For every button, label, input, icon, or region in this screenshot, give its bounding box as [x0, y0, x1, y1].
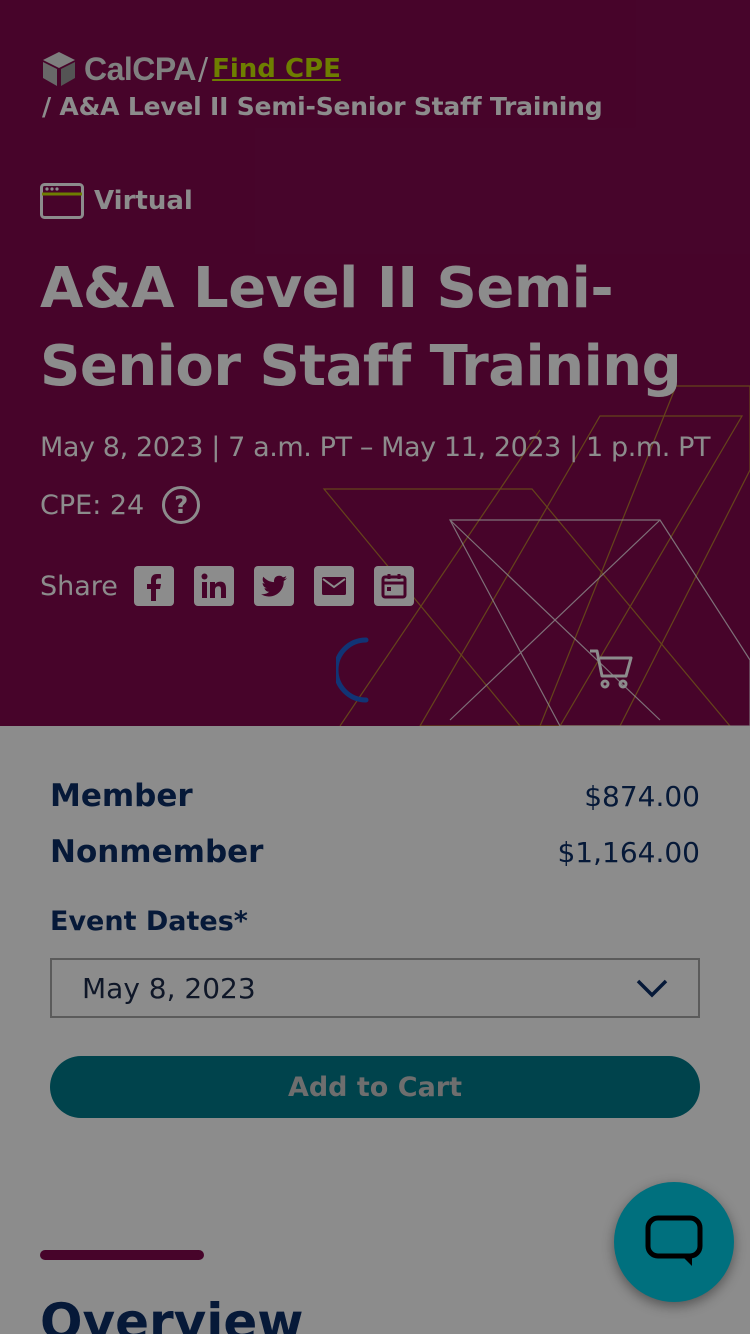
- event-title: A&A Level II Semi-Senior Staff Training: [40, 256, 682, 399]
- chat-bubble-icon: [645, 1215, 703, 1266]
- event-format-label: Virtual: [94, 186, 193, 216]
- calcpa-logo-text[interactable]: CalCPA: [84, 51, 196, 88]
- event-format: Virtual: [40, 183, 193, 219]
- breadcrumb-current-page: / A&A Level II Semi-Senior Staff Trainin…: [42, 92, 603, 121]
- add-to-cart-button[interactable]: Add to Cart: [50, 1056, 700, 1118]
- email-icon[interactable]: [313, 566, 354, 606]
- event-dates-selected-value: May 8, 2023: [82, 971, 256, 1005]
- member-label: Member: [50, 778, 193, 814]
- calendar-icon[interactable]: [373, 566, 414, 606]
- breadcrumb: CalCPA / Find CPE: [40, 50, 341, 88]
- question-circle-icon[interactable]: ?: [162, 486, 201, 524]
- loading-spinner-icon: [336, 637, 369, 703]
- event-datetime: May 8, 2023 | 7 a.m. PT – May 11, 2023 |…: [40, 432, 711, 463]
- calcpa-logo-icon[interactable]: [40, 50, 78, 88]
- browser-window-icon: [40, 183, 84, 219]
- linkedin-icon[interactable]: [193, 566, 234, 606]
- member-price: $874.00: [584, 779, 700, 813]
- twitter-icon[interactable]: [253, 566, 294, 606]
- pricing-panel: Member $874.00 Nonmember $1,164.00 Event…: [0, 726, 750, 1168]
- section-accent-bar: [40, 1250, 204, 1260]
- breadcrumb-separator: /: [197, 51, 209, 87]
- nonmember-price-row: Nonmember $1,164.00: [50, 834, 700, 870]
- event-cpe: CPE: 24 ?: [40, 486, 201, 524]
- cpe-credits: CPE: 24: [40, 489, 145, 521]
- event-dates-select[interactable]: May 8, 2023: [50, 958, 700, 1018]
- share-label: Share: [40, 570, 118, 602]
- share-bar: Share: [40, 566, 434, 606]
- nonmember-label: Nonmember: [50, 834, 264, 870]
- cart-icon[interactable]: [588, 648, 634, 690]
- member-price-row: Member $874.00: [50, 778, 700, 814]
- breadcrumb-find-cpe-link[interactable]: Find CPE: [212, 54, 341, 84]
- overview-heading: Overview: [40, 1293, 304, 1334]
- facebook-icon[interactable]: [133, 566, 174, 606]
- event-dates-label: Event Dates*: [50, 906, 248, 937]
- chat-button[interactable]: [614, 1182, 734, 1302]
- nonmember-price: $1,164.00: [557, 835, 700, 869]
- chevron-down-icon: [636, 979, 668, 998]
- event-hero: CalCPA / Find CPE / A&A Level II Semi-Se…: [0, 0, 750, 726]
